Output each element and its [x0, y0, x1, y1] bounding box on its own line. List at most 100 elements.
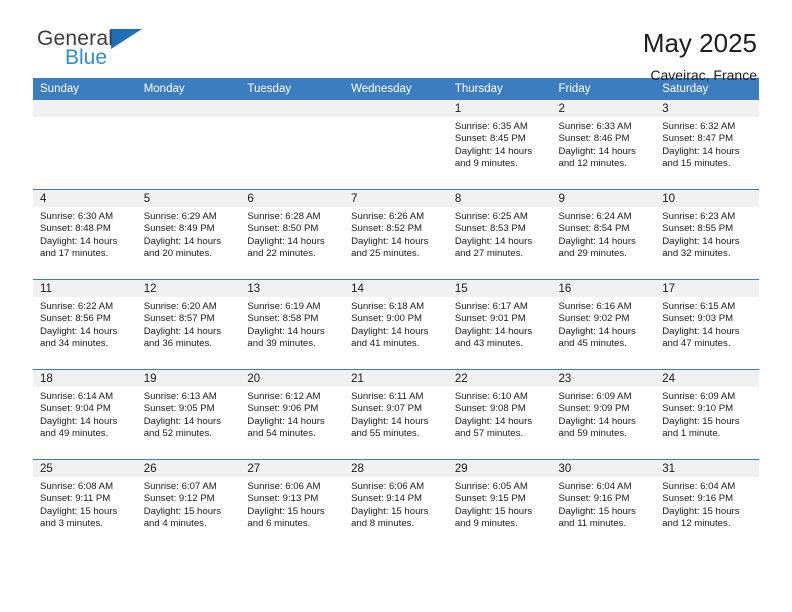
calendar-day-cell[interactable]: 4 Sunrise: 6:30 AM Sunset: 8:48 PM Daylight…: [33, 189, 137, 280]
calendar-day-cell[interactable]: 25 Sunrise: 6:08 AM Sunset: 9:11 PM Dayligh…: [33, 459, 137, 549]
daylight-text: Daylight: 15 hours and 9 minutes.: [454, 505, 533, 530]
calendar-day-cell[interactable]: 21 Sunrise: 6:11 AM Sunset: 9:07 PM Dayligh…: [344, 369, 448, 460]
day-cell-inner: 15 Sunrise: 6:17 AM Sunset: 9:01 PM Dayligh…: [447, 280, 552, 369]
day-sun-info: Sunrise: 6:20 AM Sunset: 8:57 PM Daylight:…: [137, 297, 241, 351]
calendar-day-cell[interactable]: 1 Sunrise: 6:35 AM Sunset: 8:45 PM Daylight…: [447, 100, 552, 190]
day-sun-info: Sunrise: 6:09 AM Sunset: 9:10 PM Daylight:…: [655, 387, 759, 441]
day-cell-inner: [240, 100, 345, 189]
day-sun-info: Sunrise: 6:25 AM Sunset: 8:53 PM Daylight:…: [448, 207, 552, 261]
day-cell-inner: 16 Sunrise: 6:16 AM Sunset: 9:02 PM Dayligh…: [551, 280, 656, 369]
calendar-day-cell[interactable]: 24 Sunrise: 6:09 AM Sunset: 9:10 PM Dayligh…: [655, 369, 759, 460]
calendar-day-cell[interactable]: 31 Sunrise: 6:04 AM Sunset: 9:16 PM Dayligh…: [655, 459, 759, 549]
sunset-text: Sunset: 9:09 PM: [558, 403, 630, 415]
sunrise-text: Sunrise: 6:07 AM: [143, 481, 217, 492]
calendar-day-cell[interactable]: 17 Sunrise: 6:15 AM Sunset: 9:03 PM Dayligh…: [655, 279, 759, 370]
calendar-week-row: 25 Sunrise: 6:08 AM Sunset: 9:11 PM Dayligh…: [33, 459, 759, 549]
day-number: [344, 100, 448, 117]
calendar-day-cell[interactable]: 13 Sunrise: 6:19 AM Sunset: 8:58 PM Dayligh…: [240, 279, 345, 370]
calendar-day-cell-empty: [344, 100, 448, 190]
sunset-text: Sunset: 9:13 PM: [247, 493, 319, 505]
general-blue-logo[interactable]: General Blue: [33, 28, 143, 68]
day-number: 11: [33, 280, 137, 297]
weekday-header-wednesday: Wednesday: [344, 78, 448, 100]
day-cell-inner: [344, 100, 448, 189]
day-number: 21: [344, 370, 448, 387]
day-cell-inner: 18 Sunrise: 6:14 AM Sunset: 9:04 PM Dayligh…: [33, 370, 137, 459]
calendar-day-cell[interactable]: 8 Sunrise: 6:25 AM Sunset: 8:53 PM Daylight…: [447, 189, 552, 280]
calendar-day-cell[interactable]: 10 Sunrise: 6:23 AM Sunset: 8:55 PM Dayligh…: [655, 189, 759, 280]
calendar-day-cell[interactable]: 20 Sunrise: 6:12 AM Sunset: 9:06 PM Dayligh…: [240, 369, 345, 460]
day-cell-inner: 19 Sunrise: 6:13 AM Sunset: 9:05 PM Dayligh…: [136, 370, 241, 459]
calendar-day-cell[interactable]: 3 Sunrise: 6:32 AM Sunset: 8:47 PM Daylight…: [655, 100, 759, 190]
daylight-text: Daylight: 14 hours and 20 minutes.: [143, 235, 222, 260]
daylight-text: Daylight: 15 hours and 4 minutes.: [143, 505, 222, 530]
calendar-day-cell[interactable]: 18 Sunrise: 6:14 AM Sunset: 9:04 PM Dayligh…: [33, 369, 137, 460]
daylight-text: Daylight: 15 hours and 1 minute.: [662, 415, 740, 440]
calendar-day-cell[interactable]: 30 Sunrise: 6:04 AM Sunset: 9:16 PM Dayligh…: [551, 459, 656, 549]
sunrise-text: Sunrise: 6:06 AM: [247, 481, 321, 492]
calendar-day-cell[interactable]: 29 Sunrise: 6:05 AM Sunset: 9:15 PM Dayligh…: [447, 459, 552, 549]
calendar-day-cell[interactable]: 14 Sunrise: 6:18 AM Sunset: 9:00 PM Dayligh…: [344, 279, 448, 370]
day-cell-inner: 11 Sunrise: 6:22 AM Sunset: 8:56 PM Dayligh…: [33, 280, 137, 369]
day-sun-info: Sunrise: 6:19 AM Sunset: 8:58 PM Daylight:…: [240, 297, 344, 351]
sunrise-text: Sunrise: 6:32 AM: [662, 121, 736, 132]
calendar-day-cell[interactable]: 19 Sunrise: 6:13 AM Sunset: 9:05 PM Dayligh…: [136, 369, 241, 460]
calendar-day-cell[interactable]: 28 Sunrise: 6:06 AM Sunset: 9:14 PM Dayligh…: [344, 459, 448, 549]
sunset-text: Sunset: 9:15 PM: [454, 493, 526, 505]
calendar-page: General Blue May 2025 Caveirac, France S…: [0, 0, 792, 612]
sunrise-text: Sunrise: 6:16 AM: [558, 301, 632, 312]
day-cell-inner: 7 Sunrise: 6:26 AM Sunset: 8:52 PM Daylight…: [344, 190, 448, 279]
day-cell-inner: 12 Sunrise: 6:20 AM Sunset: 8:57 PM Dayligh…: [136, 280, 241, 369]
day-cell-inner: 24 Sunrise: 6:09 AM Sunset: 9:10 PM Dayligh…: [655, 370, 759, 459]
sunrise-text: Sunrise: 6:14 AM: [40, 391, 114, 402]
calendar-day-cell[interactable]: 26 Sunrise: 6:07 AM Sunset: 9:12 PM Dayligh…: [136, 459, 241, 549]
daylight-text: Daylight: 14 hours and 15 minutes.: [662, 145, 740, 170]
calendar-day-cell[interactable]: 23 Sunrise: 6:09 AM Sunset: 9:09 PM Dayligh…: [551, 369, 656, 460]
sunset-text: Sunset: 9:14 PM: [351, 493, 423, 505]
page-title: May 2025: [642, 28, 757, 58]
day-cell-inner: 20 Sunrise: 6:12 AM Sunset: 9:06 PM Dayligh…: [240, 370, 345, 459]
sunset-text: Sunset: 8:53 PM: [454, 223, 526, 235]
sunset-text: Sunset: 9:03 PM: [662, 313, 734, 325]
sunset-text: Sunset: 8:57 PM: [143, 313, 215, 325]
calendar-day-cell-empty: [33, 100, 137, 190]
day-number: 16: [551, 280, 656, 297]
sunset-text: Sunset: 8:54 PM: [558, 223, 630, 235]
day-number: 18: [33, 370, 137, 387]
day-number: 3: [655, 100, 759, 117]
calendar-day-cell[interactable]: 16 Sunrise: 6:16 AM Sunset: 9:02 PM Dayligh…: [551, 279, 656, 370]
day-sun-info: Sunrise: 6:08 AM Sunset: 9:11 PM Daylight:…: [33, 477, 137, 531]
sunrise-text: Sunrise: 6:18 AM: [351, 301, 425, 312]
calendar-day-cell[interactable]: 6 Sunrise: 6:28 AM Sunset: 8:50 PM Daylight…: [240, 189, 345, 280]
day-sun-info: Sunrise: 6:04 AM Sunset: 9:16 PM Daylight:…: [655, 477, 759, 531]
triangle-icon: [111, 29, 143, 49]
sunrise-text: Sunrise: 6:12 AM: [247, 391, 321, 402]
day-sun-info: Sunrise: 6:04 AM Sunset: 9:16 PM Daylight:…: [552, 477, 656, 531]
day-number: 30: [551, 460, 656, 477]
sunset-text: Sunset: 9:02 PM: [558, 313, 630, 325]
day-sun-info: Sunrise: 6:11 AM Sunset: 9:07 PM Daylight:…: [344, 387, 448, 441]
weekday-header-friday: Friday: [551, 78, 656, 100]
sunrise-text: Sunrise: 6:33 AM: [558, 121, 632, 132]
calendar-day-cell[interactable]: 27 Sunrise: 6:06 AM Sunset: 9:13 PM Dayligh…: [240, 459, 345, 549]
day-cell-inner: 9 Sunrise: 6:24 AM Sunset: 8:54 PM Daylight…: [551, 190, 656, 279]
calendar-day-cell[interactable]: 12 Sunrise: 6:20 AM Sunset: 8:57 PM Dayligh…: [136, 279, 241, 370]
sunrise-text: Sunrise: 6:08 AM: [40, 481, 114, 492]
sunset-text: Sunset: 9:05 PM: [143, 403, 215, 415]
calendar-day-cell[interactable]: 9 Sunrise: 6:24 AM Sunset: 8:54 PM Daylight…: [551, 189, 656, 280]
sunrise-text: Sunrise: 6:30 AM: [40, 211, 114, 222]
calendar-day-cell[interactable]: 5 Sunrise: 6:29 AM Sunset: 8:49 PM Daylight…: [136, 189, 241, 280]
calendar-day-cell[interactable]: 15 Sunrise: 6:17 AM Sunset: 9:01 PM Dayligh…: [447, 279, 552, 370]
day-cell-inner: 17 Sunrise: 6:15 AM Sunset: 9:03 PM Dayligh…: [655, 280, 759, 369]
sunrise-text: Sunrise: 6:06 AM: [351, 481, 425, 492]
calendar-day-cell[interactable]: 11 Sunrise: 6:22 AM Sunset: 8:56 PM Dayligh…: [33, 279, 137, 370]
calendar-day-cell[interactable]: 7 Sunrise: 6:26 AM Sunset: 8:52 PM Daylight…: [344, 189, 448, 280]
sunrise-text: Sunrise: 6:11 AM: [351, 391, 424, 402]
calendar-day-cell[interactable]: 2 Sunrise: 6:33 AM Sunset: 8:46 PM Daylight…: [551, 100, 656, 190]
sunrise-text: Sunrise: 6:25 AM: [454, 211, 528, 222]
day-number: 12: [136, 280, 241, 297]
calendar-day-cell[interactable]: 22 Sunrise: 6:10 AM Sunset: 9:08 PM Dayligh…: [447, 369, 552, 460]
day-sun-info: Sunrise: 6:28 AM Sunset: 8:50 PM Daylight:…: [240, 207, 344, 261]
day-cell-inner: 14 Sunrise: 6:18 AM Sunset: 9:00 PM Dayligh…: [344, 280, 448, 369]
day-number: 26: [136, 460, 241, 477]
